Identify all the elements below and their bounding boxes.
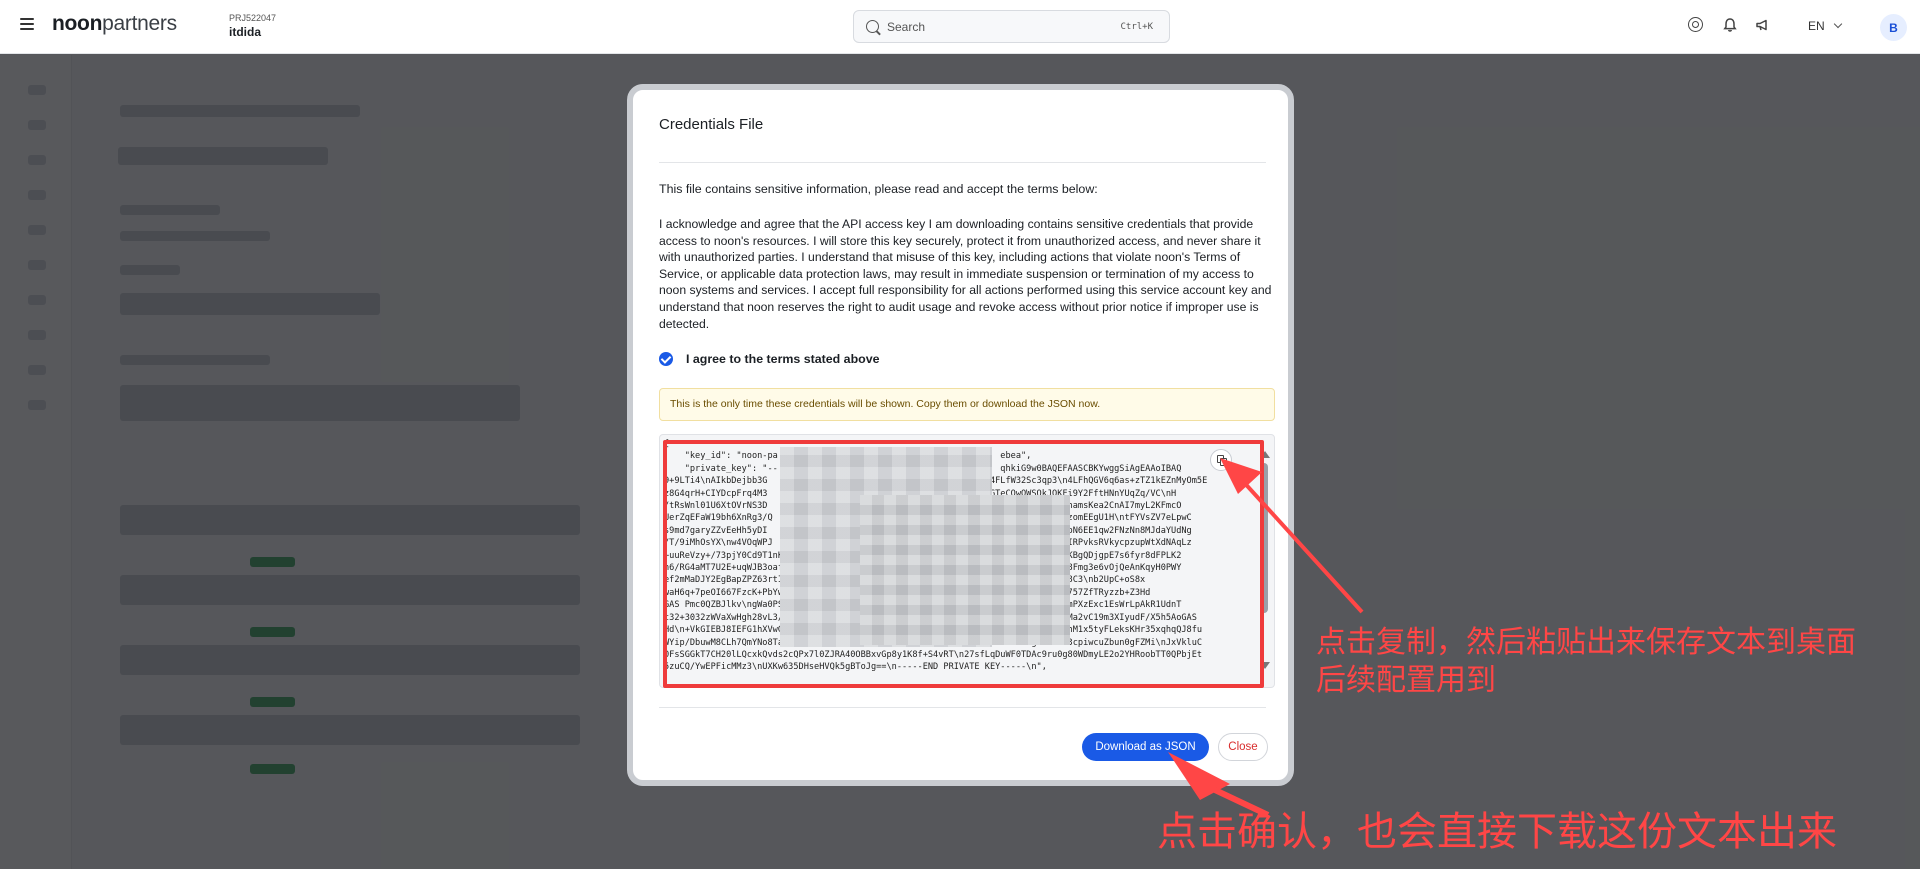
warning-banner: This is the only time these credentials … — [659, 388, 1275, 421]
copy-annotation-line1: 点击复制，然后粘贴出来保存文本到桌面 — [1316, 625, 1856, 660]
project-name: itdida — [229, 25, 261, 39]
search-shortcut: Ctrl+K — [1120, 22, 1153, 32]
search-icon — [866, 20, 879, 33]
chevron-down-icon — [1833, 19, 1842, 29]
project-id: PRJ522047 — [229, 13, 277, 23]
logo-light: partners — [102, 12, 177, 35]
agree-checkbox[interactable]: I agree to the terms stated above — [659, 352, 880, 366]
download-annotation: 点击确认，也会直接下载这份文本出来 — [1157, 809, 1837, 855]
bell-icon[interactable] — [1722, 17, 1738, 33]
annotation-highlight-box — [663, 440, 1264, 688]
download-json-button[interactable]: Download as JSON — [1082, 733, 1209, 761]
logo[interactable]: noonpartners — [52, 12, 177, 36]
modal-intro: This file contains sensitive information… — [659, 182, 1098, 196]
divider — [659, 162, 1266, 163]
language-selector[interactable]: EN — [1808, 19, 1842, 33]
avatar[interactable]: B — [1880, 14, 1907, 41]
language-label: EN — [1808, 19, 1825, 33]
terms-text: I acknowledge and agree that the API acc… — [659, 217, 1272, 331]
project-selector[interactable]: PRJ522047 itdida — [229, 13, 276, 39]
search-placeholder: Search — [887, 20, 926, 34]
logo-bold: noon — [52, 12, 103, 35]
hamburger-icon[interactable] — [20, 18, 34, 30]
help-icon[interactable] — [1688, 17, 1703, 32]
top-bar: noonpartners PRJ522047 itdida Search Ctr… — [0, 0, 1920, 54]
agree-label[interactable]: I agree to the terms stated above — [686, 352, 880, 366]
close-button[interactable]: Close — [1218, 733, 1268, 761]
megaphone-icon[interactable] — [1755, 17, 1771, 33]
checkbox-checked-icon[interactable] — [659, 352, 673, 366]
modal-title: Credentials File — [659, 116, 764, 133]
divider — [659, 707, 1266, 708]
copy-annotation-line2: 后续配置用到 — [1316, 663, 1496, 698]
search-input[interactable]: Search Ctrl+K — [853, 10, 1170, 43]
copy-annotation: 点击复制，然后粘贴出来保存文本到桌面 后续配置用到 — [1316, 624, 1856, 700]
